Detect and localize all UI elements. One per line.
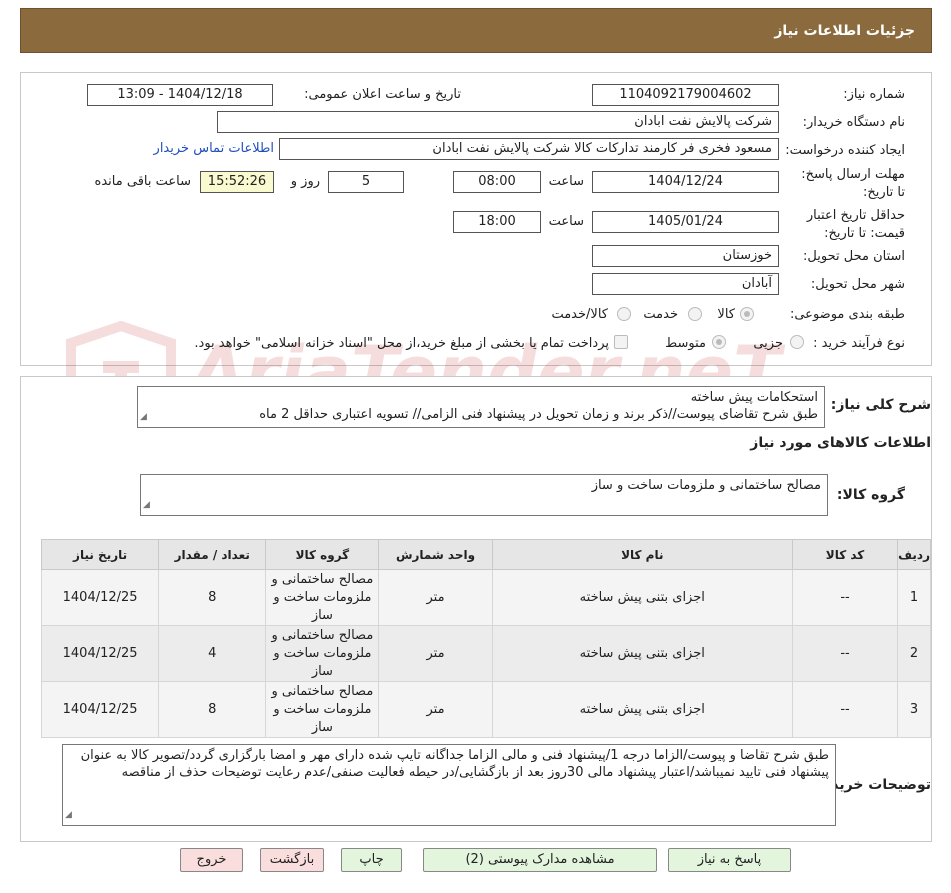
reply-button[interactable]: پاسخ به نیاز — [668, 848, 791, 872]
col-group: گروه کالا — [265, 539, 380, 570]
goods-group-label: گروه کالا: — [836, 487, 905, 503]
col-unit: واحد شمارش — [378, 539, 493, 570]
category-option-goods: کالا — [717, 307, 735, 322]
buyer-org-label: نام دستگاه خریدار: — [802, 115, 905, 130]
cell-group: مصالح ساختمانی و ملزومات ساخت و ساز — [265, 681, 380, 738]
buyer-notes-textarea[interactable]: طبق شرح تقاضا و پیوست/الزاما درجه 1/پیشن… — [62, 744, 836, 826]
cell-group: مصالح ساختمانی و ملزومات ساخت و ساز — [265, 569, 380, 626]
table-row: 1 -- اجزای بتنی پیش ساخته متر مصالح ساخت… — [40, 569, 931, 626]
page-title: جزئیات اطلاعات نیاز — [774, 23, 915, 39]
province-label: استان محل تحویل: — [803, 249, 905, 264]
need-number-field: 1104092179004602 — [592, 84, 779, 106]
validity-time-field: 18:00 — [453, 211, 541, 233]
category-label: طبقه بندی موضوعی: — [789, 307, 905, 322]
process-label: نوع فرآیند خرید : — [813, 336, 905, 351]
cell-row: 1 — [897, 569, 931, 626]
buyer-org-field: شرکت پالایش نفت ابادان — [217, 111, 779, 133]
category-option-goods-service: کالا/خدمت — [551, 307, 608, 322]
table-row: 3 -- اجزای بتنی پیش ساخته متر مصالح ساخت… — [40, 681, 931, 738]
resize-grip-icon[interactable]: ◢ — [140, 409, 147, 426]
goods-group-value: مصالح ساختمانی و ملزومات ساخت و ساز — [591, 478, 821, 493]
buyer-contact-link[interactable]: اطلاعات تماس خریدار — [154, 141, 274, 156]
col-code: کد کالا — [791, 539, 899, 570]
resize-grip-icon[interactable]: ◢ — [143, 497, 150, 514]
cell-name: اجزای بتنی پیش ساخته — [491, 569, 793, 626]
col-qty: تعداد / مقدار — [158, 539, 267, 570]
process-option-medium: متوسط — [665, 336, 706, 351]
cell-unit: متر — [378, 569, 493, 626]
cell-row: 2 — [897, 625, 931, 682]
deadline-date-field: 1404/12/24 — [592, 171, 779, 193]
validity-date-field: 1405/01/24 — [592, 211, 779, 233]
validity-label: حداقل تاریخ اعتبار قیمت: تا تاریخ: — [806, 208, 905, 241]
city-label: شهر محل تحویل: — [810, 277, 905, 292]
summary-textarea[interactable]: استحکامات پیش ساخته طبق شرح تقاضای پیوست… — [137, 386, 825, 428]
back-button[interactable]: بازگشت — [260, 848, 324, 872]
creator-field: مسعود فخری فر کارمند تداركات كالا شركت پ… — [279, 138, 779, 160]
process-option-minor: جزیی — [753, 336, 783, 351]
category-radio-service[interactable] — [688, 307, 702, 321]
summary-line-2: طبق شرح تقاضای پیوست//ذکر برند و زمان تح… — [259, 407, 818, 422]
creator-label: ایجاد کننده درخواست: — [785, 143, 905, 158]
cell-row: 3 — [897, 681, 931, 738]
goods-section-title: اطلاعات کالاهای مورد نیاز — [750, 435, 931, 451]
cell-unit: متر — [378, 625, 493, 682]
col-name: نام کالا — [491, 539, 793, 570]
col-row: ردیف — [897, 539, 931, 570]
category-radio-goods[interactable] — [740, 307, 754, 321]
days-field: 5 — [328, 171, 404, 193]
cell-qty: 4 — [158, 625, 267, 682]
province-field: خوزستان — [592, 245, 779, 267]
cell-name: اجزای بتنی پیش ساخته — [491, 681, 793, 738]
summary-label: شرح کلی نیاز: — [830, 397, 931, 413]
treasury-payment-checkbox[interactable] — [614, 335, 628, 349]
process-radio-medium[interactable] — [712, 335, 726, 349]
cell-code: -- — [791, 625, 899, 682]
days-label: روز و — [290, 174, 320, 189]
goods-group-textarea[interactable]: مصالح ساختمانی و ملزومات ساخت و ساز ◢ — [140, 474, 828, 516]
category-radio-goods-service[interactable] — [617, 307, 631, 321]
deadline-label: مهلت ارسال پاسخ: تا تاریخ: — [801, 167, 905, 200]
cell-code: -- — [791, 681, 899, 738]
buyer-notes-text: طبق شرح تقاضا و پیوست/الزاما درجه 1/پیشن… — [80, 748, 829, 780]
announce-label: تاریخ و ساعت اعلان عمومی: — [304, 87, 461, 102]
cell-date: 1404/12/25 — [40, 569, 160, 626]
city-field: آبادان — [592, 273, 779, 295]
cell-qty: 8 — [158, 569, 267, 626]
cell-group: مصالح ساختمانی و ملزومات ساخت و ساز — [265, 625, 380, 682]
deadline-time-label: ساعت — [548, 174, 584, 189]
deadline-time-field: 08:00 — [453, 171, 541, 193]
page-header: جزئیات اطلاعات نیاز — [20, 8, 932, 53]
announce-field: 1404/12/18 - 13:09 — [87, 84, 273, 106]
cell-date: 1404/12/25 — [40, 681, 160, 738]
treasury-payment-note: پرداخت تمام یا بخشی از مبلغ خرید،از محل … — [194, 336, 609, 351]
print-button[interactable]: چاپ — [341, 848, 402, 872]
summary-line-1: استحکامات پیش ساخته — [690, 390, 818, 405]
cell-code: -- — [791, 569, 899, 626]
cell-unit: متر — [378, 681, 493, 738]
category-option-service: خدمت — [643, 307, 678, 322]
process-radio-minor[interactable] — [790, 335, 804, 349]
details-panel: شرح کلی نیاز: استحکامات پیش ساخته طبق شر… — [20, 376, 932, 842]
resize-grip-icon[interactable]: ◢ — [65, 807, 72, 824]
cell-qty: 8 — [158, 681, 267, 738]
table-row: 2 -- اجزای بتنی پیش ساخته متر مصالح ساخت… — [40, 625, 931, 682]
col-date: تاریخ نیاز — [40, 539, 160, 570]
cell-name: اجزای بتنی پیش ساخته — [491, 625, 793, 682]
need-number-label: شماره نیاز: — [843, 87, 905, 102]
remaining-label: ساعت باقی مانده — [94, 174, 191, 189]
exit-button[interactable]: خروج — [180, 848, 243, 872]
remaining-time-field: 15:52:26 — [200, 171, 274, 193]
need-info-panel: AriaTender.neT شماره نیاز: 1104092179004… — [20, 72, 932, 431]
goods-table-header: ردیف کد کالا نام کالا واحد شمارش گروه کا… — [40, 539, 931, 570]
goods-table: ردیف کد کالا نام کالا واحد شمارش گروه کا… — [40, 539, 931, 738]
cell-date: 1404/12/25 — [40, 625, 160, 682]
attachments-button[interactable]: مشاهده مدارک پیوستی (2) — [423, 848, 657, 872]
validity-time-label: ساعت — [548, 214, 584, 229]
